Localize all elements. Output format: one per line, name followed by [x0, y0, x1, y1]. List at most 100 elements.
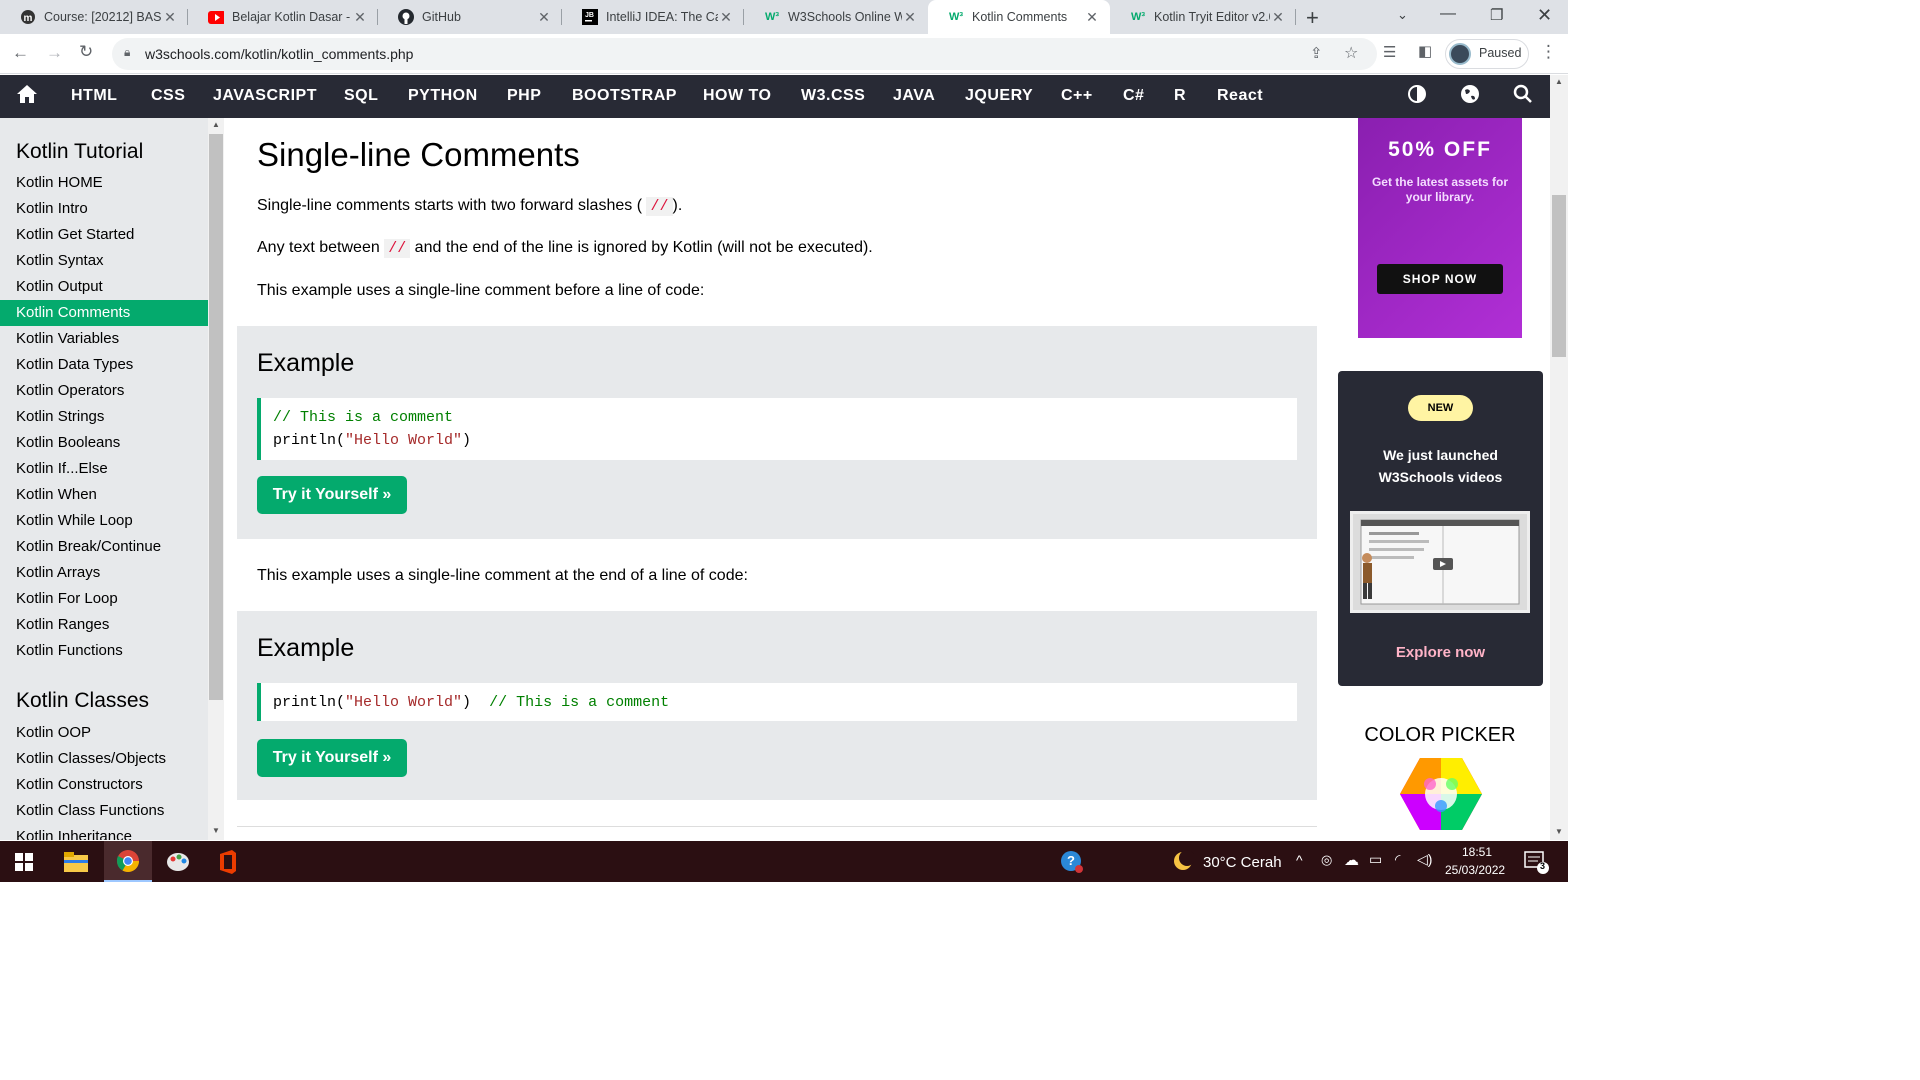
battery-icon[interactable]: ▭ [1369, 851, 1382, 868]
back-icon[interactable]: ← [12, 43, 29, 63]
sidebar-item-comments[interactable]: Kotlin Comments [0, 300, 208, 326]
home-icon[interactable] [16, 84, 38, 110]
paint-app-icon[interactable] [154, 841, 202, 882]
explore-now-link[interactable]: Explore now [1338, 644, 1543, 661]
shop-now-button[interactable]: SHOP NOW [1377, 264, 1503, 294]
nav-bootstrap[interactable]: BOOTSTRAP [572, 87, 677, 105]
color-picker-wheel[interactable] [1400, 758, 1482, 835]
sidebar-item-for-loop[interactable]: Kotlin For Loop [0, 586, 208, 612]
sidebar-item-arrays[interactable]: Kotlin Arrays [0, 560, 208, 586]
sidebar-item-intro[interactable]: Kotlin Intro [0, 196, 208, 222]
sidebar-item-while-loop[interactable]: Kotlin While Loop [0, 508, 208, 534]
theme-toggle-icon[interactable] [1407, 84, 1427, 110]
volume-icon[interactable]: ◁) [1417, 851, 1432, 868]
sidebar-item-inheritance[interactable]: Kotlin Inheritance [0, 824, 208, 840]
try-it-yourself-button[interactable]: Try it Yourself » [257, 739, 407, 777]
scroll-up-icon[interactable]: ▲ [1555, 77, 1563, 86]
sidebar-item-oop[interactable]: Kotlin OOP [0, 720, 208, 746]
sidebar-item-if-else[interactable]: Kotlin If...Else [0, 456, 208, 482]
scrollbar-thumb[interactable] [209, 134, 223, 700]
chrome-icon[interactable] [104, 841, 152, 882]
profile-button[interactable]: Paused [1445, 39, 1529, 69]
promo-banner[interactable]: 50% OFF Get the latest assets for your l… [1358, 118, 1522, 338]
tab-kotlin-tryit[interactable]: W³ Kotlin Tryit Editor v2.0 ✕ [1110, 0, 1296, 34]
sidebar-scrollbar[interactable]: ▲ ▼ [208, 118, 224, 840]
tab-search-icon[interactable]: ⌄ [1397, 7, 1408, 23]
restore-icon[interactable]: ❐ [1490, 6, 1503, 24]
window-close-icon[interactable]: ✕ [1537, 5, 1552, 26]
close-icon[interactable]: ✕ [902, 9, 918, 26]
tab-github[interactable]: GitHub ✕ [378, 0, 562, 34]
scrollbar-thumb[interactable] [1552, 195, 1566, 357]
sidebar-item-syntax[interactable]: Kotlin Syntax [0, 248, 208, 274]
sidebar-item-break-continue[interactable]: Kotlin Break/Continue [0, 534, 208, 560]
sidebar-item-data-types[interactable]: Kotlin Data Types [0, 352, 208, 378]
file-explorer-icon[interactable] [52, 841, 100, 882]
scroll-down-icon[interactable]: ▼ [212, 826, 220, 835]
scroll-up-icon[interactable]: ▲ [212, 120, 220, 129]
wifi-icon[interactable]: ◜ [1395, 851, 1400, 868]
reload-icon[interactable]: ↻ [79, 42, 93, 62]
close-icon[interactable]: ✕ [536, 9, 552, 26]
sidebar-item-get-started[interactable]: Kotlin Get Started [0, 222, 208, 248]
nav-csharp[interactable]: C# [1123, 87, 1144, 105]
close-icon[interactable]: ✕ [162, 9, 178, 26]
nav-php[interactable]: PHP [507, 87, 541, 105]
help-icon[interactable]: ? [1060, 850, 1084, 879]
sidebar-item-strings[interactable]: Kotlin Strings [0, 404, 208, 430]
sidebar-item-ranges[interactable]: Kotlin Ranges [0, 612, 208, 638]
globe-icon[interactable] [1460, 84, 1480, 110]
nav-java[interactable]: JAVA [893, 87, 935, 105]
forward-icon[interactable]: → [46, 43, 63, 63]
office-icon[interactable] [204, 841, 252, 882]
close-icon[interactable]: ✕ [1084, 9, 1100, 26]
sidebar-item-variables[interactable]: Kotlin Variables [0, 326, 208, 352]
bookmark-star-icon[interactable]: ☆ [1344, 43, 1358, 63]
search-icon[interactable] [1513, 84, 1533, 110]
reading-list-icon[interactable]: ☰ [1383, 43, 1396, 61]
nav-r[interactable]: R [1174, 87, 1186, 105]
close-icon[interactable]: ✕ [718, 9, 734, 26]
tab-intellij[interactable]: JB IntelliJ IDEA: The Capa ✕ [562, 0, 744, 34]
nav-python[interactable]: PYTHON [408, 87, 478, 105]
nav-cpp[interactable]: C++ [1061, 87, 1093, 105]
sidebar-item-home[interactable]: Kotlin HOME [0, 170, 208, 196]
nav-react[interactable]: React [1217, 87, 1263, 105]
nav-css[interactable]: CSS [151, 87, 185, 105]
videos-promo[interactable]: NEW We just launched W3Schools videos Ex… [1338, 371, 1543, 686]
share-icon[interactable]: ⇪ [1310, 44, 1323, 62]
windows-start-icon[interactable] [0, 841, 48, 882]
scroll-down-icon[interactable]: ▼ [1555, 827, 1563, 836]
new-tab-icon[interactable]: + [1306, 5, 1319, 31]
close-icon[interactable]: ✕ [352, 9, 368, 26]
sidebar-item-output[interactable]: Kotlin Output [0, 274, 208, 300]
meet-icon[interactable]: ◎ [1321, 852, 1332, 868]
try-it-yourself-button[interactable]: Try it Yourself » [257, 476, 407, 514]
sidebar-item-constructors[interactable]: Kotlin Constructors [0, 772, 208, 798]
nav-javascript[interactable]: JAVASCRIPT [213, 87, 317, 105]
sidebar-item-when[interactable]: Kotlin When [0, 482, 208, 508]
sidebar-item-operators[interactable]: Kotlin Operators [0, 378, 208, 404]
sidebar-item-class-functions[interactable]: Kotlin Class Functions [0, 798, 208, 824]
nav-w3css[interactable]: W3.CSS [801, 87, 865, 105]
video-preview-image[interactable] [1350, 511, 1530, 613]
tab-w3schools[interactable]: W³ W3Schools Online We ✕ [744, 0, 928, 34]
nav-sql[interactable]: SQL [344, 87, 378, 105]
chevron-up-icon[interactable]: ^ [1296, 852, 1303, 868]
sidebar-item-booleans[interactable]: Kotlin Booleans [0, 430, 208, 456]
address-bar[interactable]: 🔒︎ w3schools.com/kotlin/kotlin_comments.… [112, 38, 1377, 70]
tab-youtube[interactable]: Belajar Kotlin Dasar - ✕ [188, 0, 378, 34]
nav-howto[interactable]: HOW TO [703, 87, 771, 105]
notification-icon[interactable]: 3 [1524, 851, 1550, 880]
sidebar-item-classes-objects[interactable]: Kotlin Classes/Objects [0, 746, 208, 772]
nav-html[interactable]: HTML [71, 87, 117, 105]
clock-date[interactable]: 25/03/2022 [1445, 863, 1505, 877]
cloud-icon[interactable]: ☁ [1344, 851, 1359, 869]
weather-text[interactable]: 30°C Cerah [1203, 854, 1282, 871]
sidebar-item-functions[interactable]: Kotlin Functions [0, 638, 208, 664]
nav-jquery[interactable]: JQUERY [965, 87, 1033, 105]
close-icon[interactable]: ✕ [1270, 9, 1286, 26]
clock-time[interactable]: 18:51 [1462, 845, 1492, 859]
minimize-icon[interactable]: — [1440, 5, 1456, 23]
menu-kebab-icon[interactable]: ⋮ [1540, 42, 1557, 62]
